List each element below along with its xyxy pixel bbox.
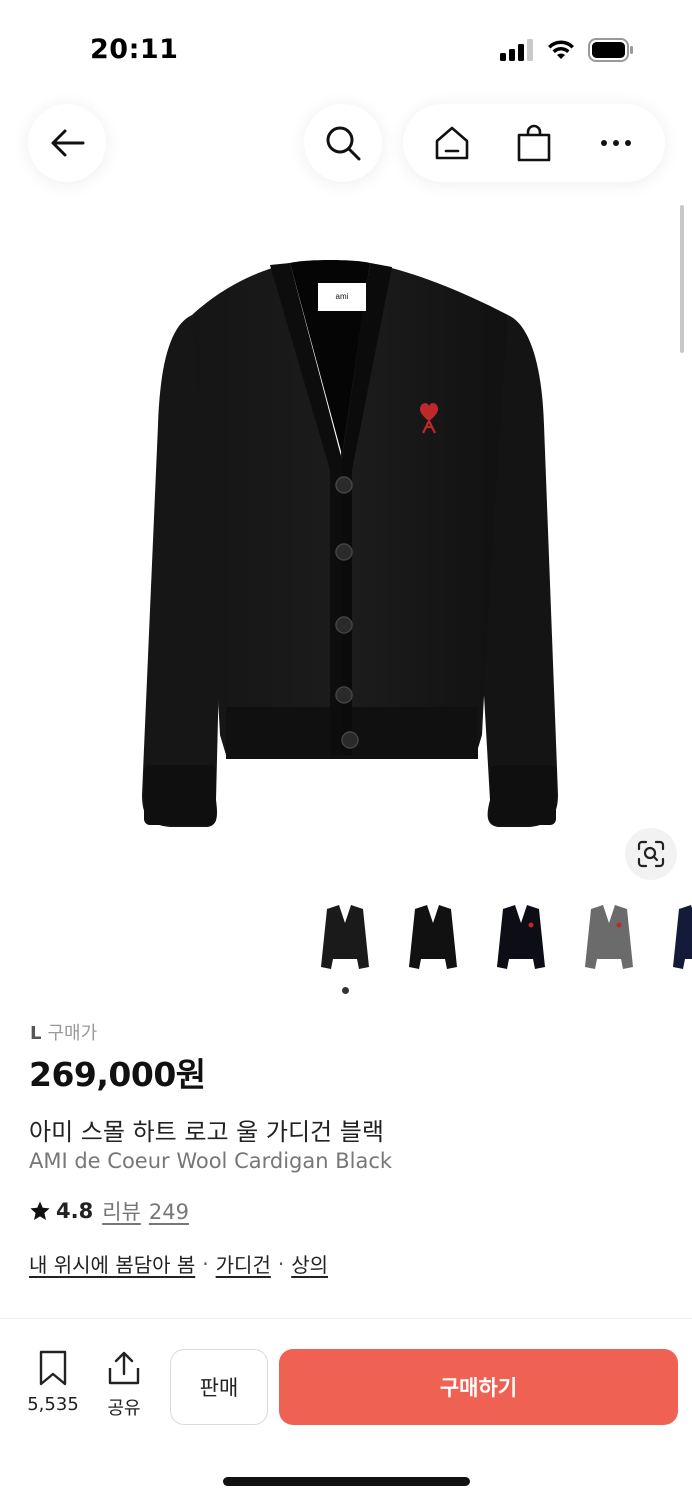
size-price-caption: 구매가 <box>47 1023 98 1044</box>
breadcrumb-item-wishlist[interactable]: 내 위시에 봄담아 봄 <box>29 1249 195 1278</box>
section-divider <box>0 1318 692 1319</box>
cardigan-thumbnail-image <box>673 905 692 969</box>
product-price: 269,000원 <box>29 1055 206 1094</box>
thumbnail-strip <box>310 897 692 981</box>
cardigan-thumbnail-image <box>585 905 633 969</box>
back-arrow-icon <box>51 129 85 157</box>
cardigan-thumbnail-image <box>497 905 545 969</box>
sell-button[interactable]: 판매 <box>170 1349 268 1425</box>
wifi-icon <box>548 40 574 59</box>
breadcrumb-item-cardigan[interactable]: 가디건 <box>216 1249 271 1278</box>
review-label: 리뷰 <box>102 1200 141 1224</box>
thumbnail-navy-cardigan[interactable] <box>662 897 692 981</box>
home-icon <box>435 126 469 160</box>
shopping-bag-icon <box>517 124 551 162</box>
lens-icon <box>637 840 665 868</box>
product-title-en: AMI de Coeur Wool Cardigan Black <box>29 1149 393 1173</box>
share-button[interactable]: 공유 <box>100 1350 148 1420</box>
image-search-button[interactable] <box>625 828 677 880</box>
home-button[interactable] <box>422 113 482 173</box>
more-button[interactable] <box>586 113 646 173</box>
breadcrumb: 내 위시에 봄담아 봄 · 가디건 · 상의 <box>29 1249 328 1278</box>
search-icon <box>326 126 361 161</box>
cellular-signal-icon <box>500 39 533 61</box>
thumbnail-navy-cardigan-red-logo[interactable] <box>486 897 556 981</box>
size-value: L <box>30 1023 42 1044</box>
cardigan-thumbnail-image <box>321 905 369 969</box>
bookmark-icon <box>39 1350 67 1386</box>
battery-icon <box>588 38 633 62</box>
review-count: 249 <box>148 1200 189 1224</box>
thumbnail-grey-cardigan[interactable] <box>574 897 644 981</box>
status-bar: 20:11 <box>0 0 692 100</box>
wishlist-button[interactable]: 5,535 <box>22 1350 84 1415</box>
carousel-page-indicator <box>342 987 349 994</box>
search-button[interactable] <box>304 104 382 182</box>
wishlist-count: 5,535 <box>27 1394 79 1415</box>
shopping-bag-button[interactable] <box>504 113 564 173</box>
scroll-indicator[interactable] <box>680 205 684 353</box>
star-icon <box>30 1201 50 1220</box>
thumbnail-black-cardigan-2[interactable] <box>398 897 468 981</box>
size-price-label: L 구매가 <box>30 1019 97 1045</box>
review-link[interactable]: 리뷰 249 <box>102 1196 189 1226</box>
rating-score: 4.8 <box>56 1199 94 1223</box>
thumbnail-black-cardigan-1[interactable] <box>310 897 380 981</box>
header-action-group <box>403 104 665 182</box>
status-time: 20:11 <box>90 34 179 65</box>
bottom-action-bar: 5,535 공유 판매 구매하기 <box>0 1330 692 1500</box>
share-icon <box>108 1351 140 1385</box>
product-label-text: ami <box>336 292 349 301</box>
product-image[interactable]: ami <box>130 255 570 840</box>
breadcrumb-separator: · <box>202 1251 209 1276</box>
rating-row: 4.8 리뷰 249 <box>29 1196 189 1226</box>
buy-button[interactable]: 구매하기 <box>279 1349 678 1425</box>
breadcrumb-separator: · <box>277 1251 285 1276</box>
cardigan-thumbnail-image <box>409 905 457 969</box>
home-indicator[interactable] <box>223 1477 470 1486</box>
back-button[interactable] <box>28 104 106 182</box>
breadcrumb-item-tops[interactable]: 상의 <box>291 1249 328 1278</box>
more-icon <box>601 140 631 146</box>
product-title-ko: 아미 스몰 하트 로고 울 가디건 블랙 <box>29 1118 384 1146</box>
status-icons <box>500 38 634 62</box>
share-label: 공유 <box>107 1398 141 1419</box>
